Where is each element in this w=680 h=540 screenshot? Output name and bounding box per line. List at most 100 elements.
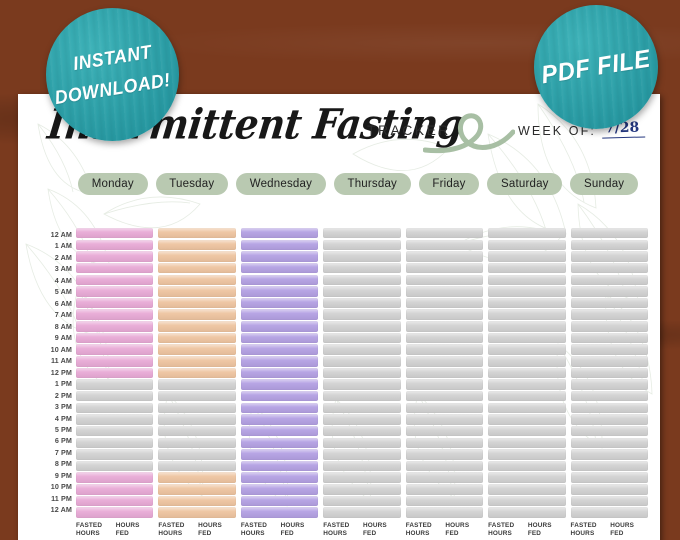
hour-slot[interactable] (76, 390, 154, 402)
hour-slot[interactable] (323, 437, 401, 448)
hour-slot[interactable] (323, 414, 401, 425)
hour-slot[interactable] (570, 390, 648, 402)
day-pill-wednesday[interactable]: Wednesday (236, 173, 326, 195)
hour-slot[interactable] (405, 274, 484, 286)
hour-slot[interactable] (570, 495, 648, 507)
hour-slot[interactable] (323, 460, 401, 472)
hour-slot[interactable] (488, 425, 566, 437)
hour-slot[interactable] (76, 437, 154, 448)
hour-slot[interactable] (240, 367, 319, 379)
hour-slot[interactable] (240, 321, 319, 332)
hour-slot[interactable] (158, 460, 236, 472)
hour-slot[interactable] (158, 239, 236, 251)
hour-slot[interactable] (405, 367, 484, 379)
hour-slot[interactable] (240, 262, 319, 274)
hour-slot[interactable] (76, 297, 154, 309)
hour-slot[interactable] (76, 495, 154, 507)
hour-slot[interactable] (488, 309, 566, 320)
hour-slot[interactable] (76, 449, 154, 460)
hour-slot[interactable] (323, 367, 401, 379)
hour-slot[interactable] (76, 262, 154, 274)
hour-slot[interactable] (405, 332, 484, 344)
hour-slot[interactable] (323, 495, 401, 507)
hour-slot[interactable] (488, 495, 566, 507)
hour-slot[interactable] (405, 286, 484, 297)
hour-slot[interactable] (405, 449, 484, 460)
hour-slot[interactable] (76, 484, 154, 495)
hour-slot[interactable] (158, 228, 236, 239)
hour-slot[interactable] (76, 367, 154, 379)
hour-slot[interactable] (570, 274, 648, 286)
hour-slot[interactable] (323, 262, 401, 274)
hour-slot[interactable] (158, 274, 236, 286)
hour-slot[interactable] (405, 495, 484, 507)
hour-slot[interactable] (240, 332, 319, 344)
hour-slot[interactable] (488, 484, 566, 495)
hour-slot[interactable] (240, 437, 319, 448)
day-pill-sunday[interactable]: Sunday (570, 173, 638, 195)
day-pill-friday[interactable]: Friday (418, 173, 480, 195)
hour-slot[interactable] (488, 367, 566, 379)
hour-slot[interactable] (488, 356, 566, 367)
hour-slot[interactable] (570, 228, 648, 239)
hour-slot[interactable] (76, 228, 154, 239)
hour-slot[interactable] (323, 402, 401, 414)
hour-slot[interactable] (570, 437, 648, 448)
hour-slot[interactable] (570, 239, 648, 251)
hour-slot[interactable] (76, 309, 154, 320)
hour-slot[interactable] (323, 472, 401, 483)
hour-slot[interactable] (158, 472, 236, 483)
hour-slot[interactable] (240, 390, 319, 402)
hour-slot[interactable] (570, 262, 648, 274)
hour-slot[interactable] (488, 274, 566, 286)
hour-slot[interactable] (405, 309, 484, 320)
hour-slot[interactable] (323, 379, 401, 390)
hour-slot[interactable] (405, 251, 484, 262)
hour-slot[interactable] (323, 297, 401, 309)
hour-slot[interactable] (570, 414, 648, 425)
hour-slot[interactable] (488, 507, 566, 518)
hour-slot[interactable] (488, 332, 566, 344)
hour-slot[interactable] (405, 297, 484, 309)
hour-slot[interactable] (158, 402, 236, 414)
hour-slot[interactable] (405, 484, 484, 495)
hour-slot[interactable] (76, 344, 154, 355)
hour-slot[interactable] (76, 507, 154, 518)
hour-slot[interactable] (76, 356, 154, 367)
day-pill-monday[interactable]: Monday (78, 173, 148, 195)
day-pill-saturday[interactable]: Saturday (487, 173, 563, 195)
hour-slot[interactable] (570, 449, 648, 460)
hour-slot[interactable] (323, 228, 401, 239)
hour-slot[interactable] (405, 379, 484, 390)
hour-slot[interactable] (240, 507, 319, 518)
hour-slot[interactable] (488, 460, 566, 472)
hour-slot[interactable] (488, 379, 566, 390)
hour-slot[interactable] (158, 449, 236, 460)
hour-slot[interactable] (405, 472, 484, 483)
hour-slot[interactable] (158, 507, 236, 518)
hour-slot[interactable] (240, 309, 319, 320)
hour-slot[interactable] (76, 332, 154, 344)
hour-slot[interactable] (323, 449, 401, 460)
hour-slot[interactable] (405, 321, 484, 332)
hour-slot[interactable] (158, 367, 236, 379)
hour-slot[interactable] (158, 262, 236, 274)
day-pill-thursday[interactable]: Thursday (333, 173, 411, 195)
hour-slot[interactable] (405, 356, 484, 367)
hour-slot[interactable] (240, 472, 319, 483)
hour-slot[interactable] (488, 449, 566, 460)
hour-slot[interactable] (323, 332, 401, 344)
hour-slot[interactable] (240, 379, 319, 390)
hour-slot[interactable] (488, 321, 566, 332)
hour-slot[interactable] (158, 495, 236, 507)
hour-slot[interactable] (323, 274, 401, 286)
hour-slot[interactable] (570, 344, 648, 355)
hour-slot[interactable] (488, 286, 566, 297)
hour-slot[interactable] (76, 402, 154, 414)
hour-slot[interactable] (405, 344, 484, 355)
hour-slot[interactable] (158, 251, 236, 262)
hour-slot[interactable] (488, 251, 566, 262)
hour-slot[interactable] (570, 286, 648, 297)
hour-slot[interactable] (76, 251, 154, 262)
hour-slot[interactable] (240, 297, 319, 309)
